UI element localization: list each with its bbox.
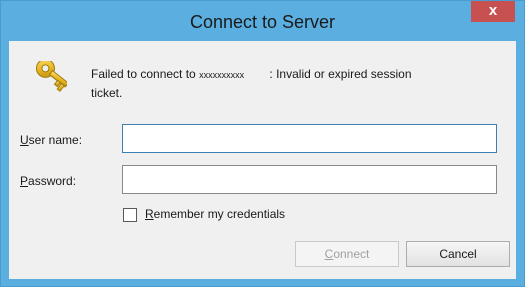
close-icon: x xyxy=(488,2,498,19)
connect-to-server-dialog: Connect to Server x Failed to connect to… xyxy=(0,0,525,287)
remember-credentials-label[interactable]: Remember my credentials xyxy=(145,207,285,221)
message-prefix: Failed to connect to xyxy=(91,67,196,81)
message-line2: ticket. xyxy=(91,86,123,100)
message-suffix: : Invalid or expired session xyxy=(269,67,412,81)
dialog-body: Failed to connect to xxxxxxxxxx : Invali… xyxy=(9,41,516,279)
password-field[interactable] xyxy=(122,165,497,194)
title-bar[interactable]: Connect to Server x xyxy=(1,1,524,41)
remember-credentials-checkbox[interactable] xyxy=(123,208,137,222)
key-icon xyxy=(35,61,67,92)
username-label: User name: xyxy=(20,133,83,147)
server-name: xxxxxxxxxx xyxy=(199,70,245,80)
dialog-title: Connect to Server xyxy=(189,12,336,32)
close-button[interactable]: x xyxy=(471,1,515,22)
cancel-button[interactable]: Cancel xyxy=(406,241,510,267)
error-message: Failed to connect to xxxxxxxxxx : Invali… xyxy=(91,65,511,102)
username-field[interactable] xyxy=(122,124,497,153)
password-label: Password: xyxy=(20,174,77,188)
connect-button[interactable]: Connect xyxy=(295,241,399,267)
